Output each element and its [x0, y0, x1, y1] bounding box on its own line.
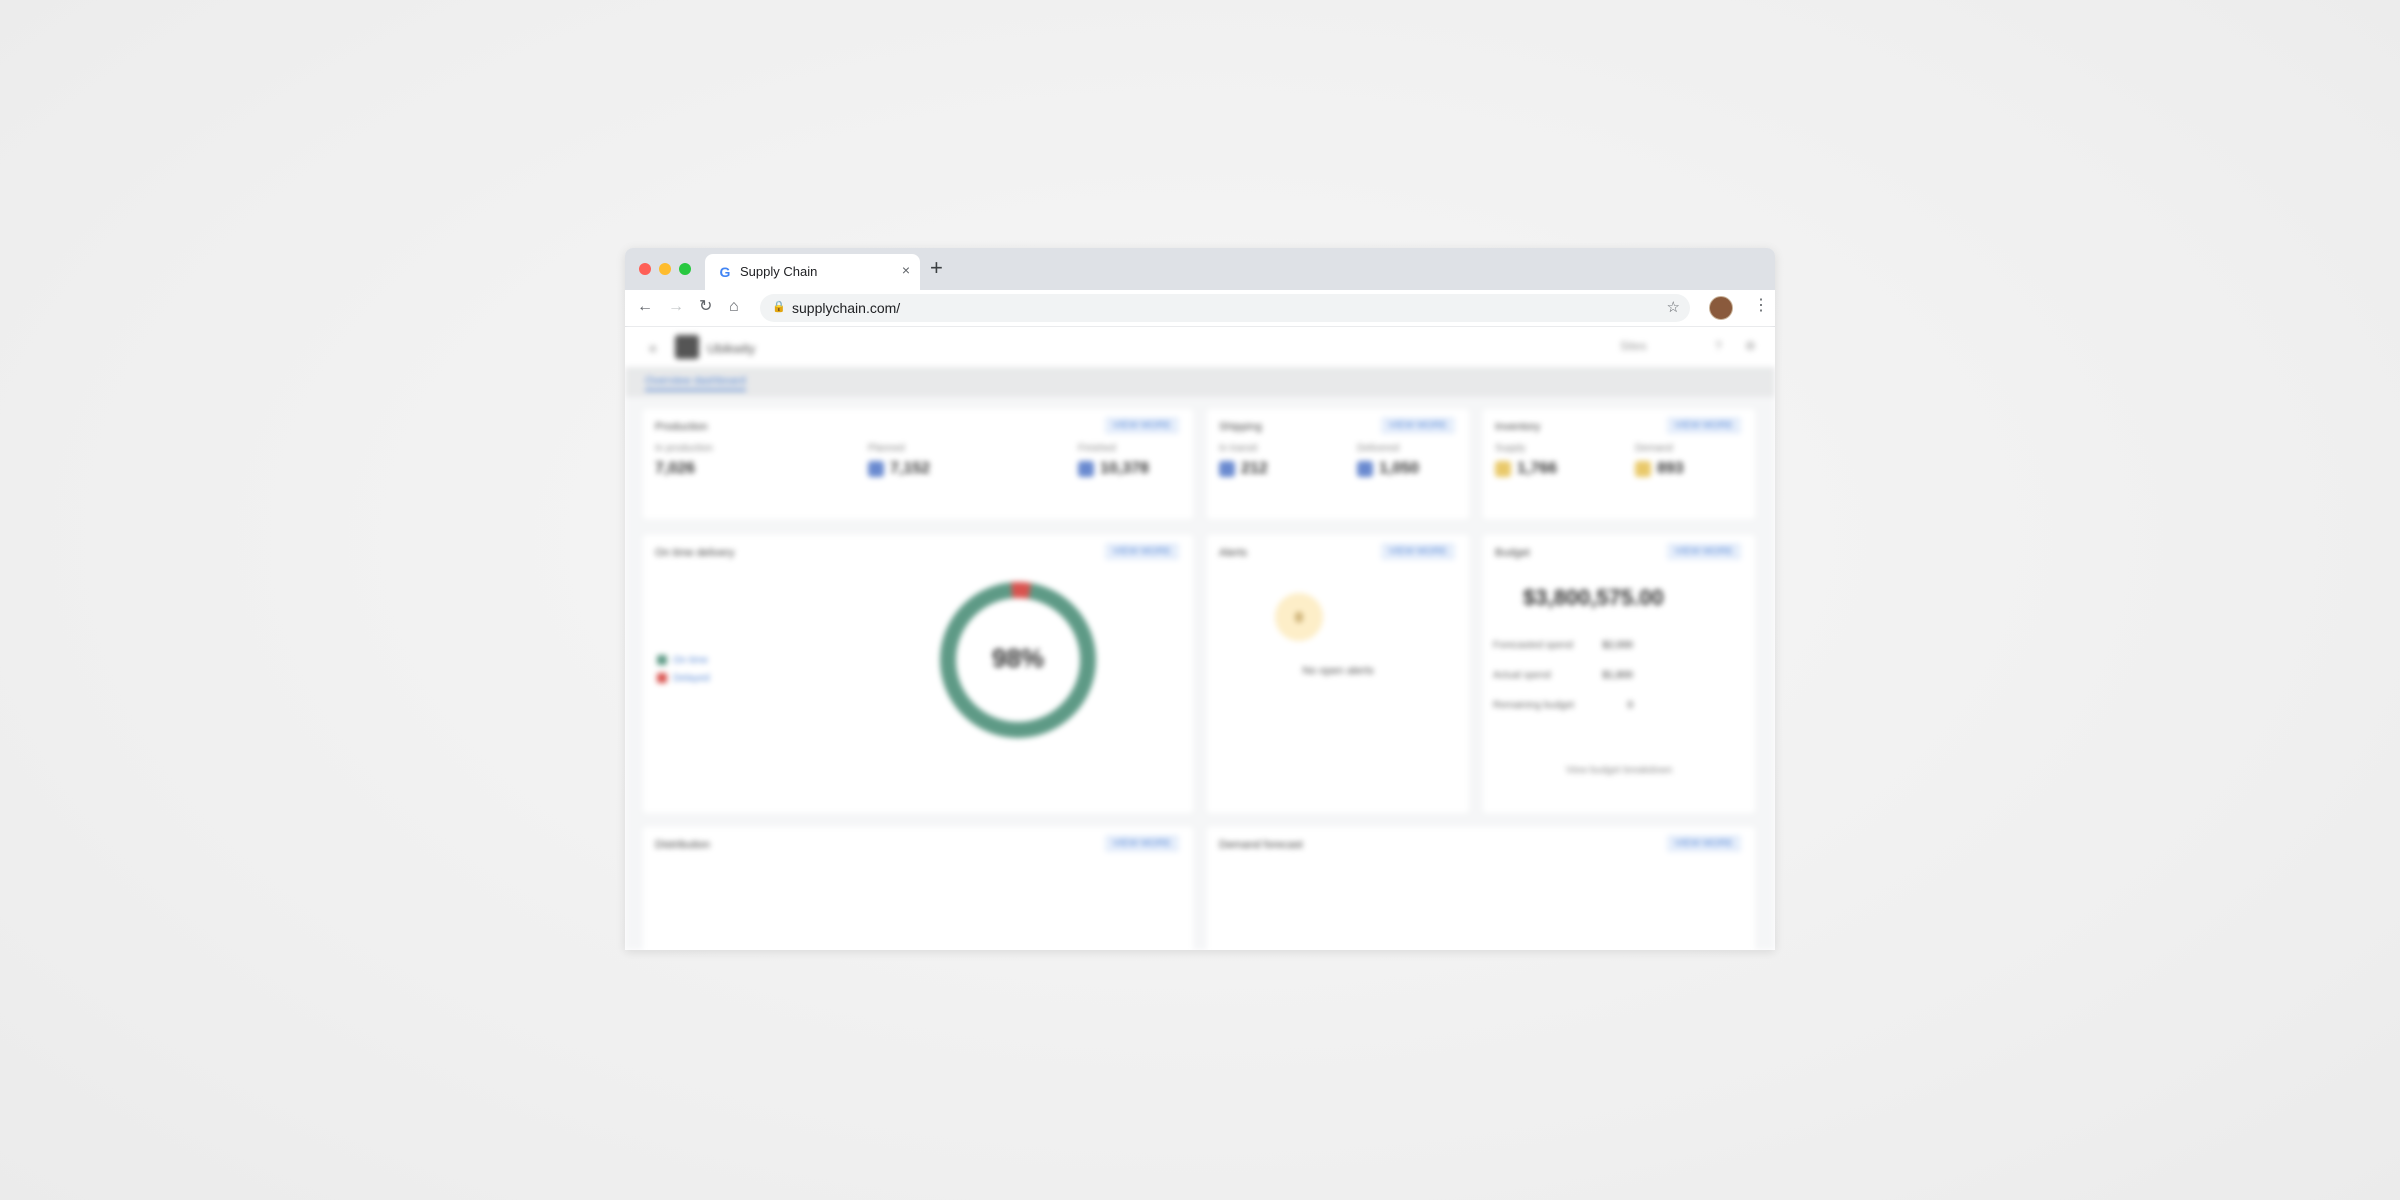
view-more-button[interactable]: VIEW MORE: [1380, 543, 1455, 560]
view-more-button[interactable]: VIEW MORE: [1666, 417, 1741, 434]
metric-label: Supply: [1495, 443, 1526, 454]
metric-value: 212: [1241, 460, 1268, 477]
production-card: Production VIEW MORE In production 7,026…: [643, 409, 1193, 519]
view-more-button[interactable]: VIEW MORE: [1666, 543, 1741, 560]
legend-on-time[interactable]: On time: [657, 655, 708, 666]
inventory-card: Inventory VIEW MORE Supply 1,766 Demand …: [1483, 409, 1755, 519]
demand-forecast-card: Demand forecast VIEW MORE: [1207, 827, 1755, 950]
view-more-button[interactable]: VIEW MORE: [1104, 835, 1179, 852]
app-header: ≡ Ubikwity Sites ? ⚙: [625, 327, 1775, 367]
legend-swatch-icon: [657, 655, 667, 666]
google-favicon-icon: G: [719, 264, 731, 280]
metric-chip-icon: [1495, 460, 1511, 477]
alerts-text: No open alerts: [1302, 665, 1374, 677]
on-time-delivery-card: On time delivery VIEW MORE On time Delay…: [643, 535, 1193, 813]
view-more-button[interactable]: VIEW MORE: [1104, 417, 1179, 434]
address-bar[interactable]: 🔒 supplychain.com/ ☆: [760, 294, 1690, 322]
donut-center-value: 98%: [991, 643, 1045, 673]
hamburger-menu-icon[interactable]: ≡: [649, 341, 657, 356]
profile-avatar[interactable]: [1709, 296, 1733, 320]
metric-value: 1,766: [1517, 460, 1558, 477]
browser-window: G Supply Chain × + ← → ↻ ⌂ 🔒 supplychain…: [625, 248, 1775, 950]
metric: In transit 212: [1219, 443, 1268, 478]
card-title: Distribution: [655, 839, 711, 851]
view-more-button[interactable]: VIEW MORE: [1104, 543, 1179, 560]
metric-label: Planned: [868, 443, 905, 454]
distribution-card: Distribution VIEW MORE: [643, 827, 1193, 950]
help-icon[interactable]: ?: [1715, 339, 1722, 353]
metric: Finished 10,378: [1078, 443, 1149, 478]
card-title: Demand forecast: [1219, 839, 1303, 851]
shipping-card: Shipping VIEW MORE In transit 212 Delive…: [1207, 409, 1469, 519]
back-arrow-icon[interactable]: ←: [637, 297, 653, 317]
metric-value: 7,026: [655, 460, 696, 477]
close-window-button[interactable]: [639, 263, 651, 275]
forward-arrow-icon[interactable]: →: [668, 297, 684, 317]
metric: Planned 7,152: [868, 443, 930, 478]
budget-row: Actual spend $1,800: [1493, 670, 1633, 681]
metric-label: In transit: [1219, 443, 1258, 454]
page-content: ≡ Ubikwity Sites ? ⚙ Overview dashboard …: [625, 327, 1775, 950]
card-title: Shipping: [1219, 421, 1262, 433]
metric-value: 10,378: [1100, 460, 1149, 477]
metric-chip-icon: [1219, 460, 1235, 477]
card-title: Inventory: [1495, 421, 1541, 433]
browser-tab[interactable]: G Supply Chain ×: [705, 254, 920, 290]
card-title: Production: [655, 421, 708, 433]
budget-card: Budget VIEW MORE $3,800,575.00 Forecaste…: [1483, 535, 1755, 813]
metric-value: 1,050: [1379, 460, 1420, 477]
legend-swatch-icon: [657, 673, 667, 684]
budget-row: Remaining budget 0: [1493, 700, 1633, 711]
metric-chip-icon: [1078, 460, 1094, 477]
metric: Supply 1,766: [1495, 443, 1557, 478]
delivery-donut-chart: 98%: [933, 575, 1103, 745]
sites-dropdown[interactable]: Sites: [1620, 339, 1647, 353]
tab-title: Supply Chain: [740, 264, 818, 279]
budget-row: Forecasted spend $2,000: [1493, 640, 1633, 651]
view-more-button[interactable]: VIEW MORE: [1666, 835, 1741, 852]
minimize-window-button[interactable]: [659, 263, 671, 275]
app-logo: [675, 335, 699, 359]
metric-label: In production: [655, 443, 713, 454]
reload-icon[interactable]: ↻: [699, 297, 712, 317]
metric-label: Delivered: [1357, 443, 1400, 454]
browser-menu-icon[interactable]: ⋮: [1753, 298, 1769, 314]
metric-value: 7,152: [890, 460, 931, 477]
metric-label: Demand: [1635, 443, 1673, 454]
view-more-button[interactable]: VIEW MORE: [1380, 417, 1455, 434]
card-title: Budget: [1495, 547, 1530, 559]
sub-navigation: Overview dashboard: [625, 367, 1775, 397]
app-name: Ubikwity: [707, 341, 756, 356]
close-tab-icon[interactable]: ×: [902, 262, 910, 278]
budget-amount: $3,800,575.00: [1523, 585, 1664, 610]
legend-delayed[interactable]: Delayed: [657, 673, 710, 684]
tab-strip: G Supply Chain × +: [625, 248, 1775, 290]
alert-badge: 0: [1275, 593, 1323, 641]
lock-icon: 🔒: [772, 301, 786, 313]
home-icon[interactable]: ⌂: [729, 297, 739, 317]
metric-label: Finished: [1078, 443, 1116, 454]
card-title: On time delivery: [655, 547, 735, 559]
alerts-card: Alerts VIEW MORE 0 No open alerts: [1207, 535, 1469, 813]
metric: In production 7,026: [655, 443, 713, 478]
tab-overview-dashboard[interactable]: Overview dashboard: [645, 375, 746, 391]
url-text[interactable]: supplychain.com/: [792, 300, 900, 316]
metric-chip-icon: [868, 460, 884, 477]
browser-toolbar: ← → ↻ ⌂ 🔒 supplychain.com/ ☆ ⋮: [625, 290, 1775, 327]
metric-value: 893: [1657, 460, 1684, 477]
metric: Demand 893: [1635, 443, 1684, 478]
bookmark-star-icon[interactable]: ☆: [1667, 298, 1680, 316]
maximize-window-button[interactable]: [679, 263, 691, 275]
metric: Delivered 1,050: [1357, 443, 1419, 478]
metric-chip-icon: [1357, 460, 1373, 477]
card-title: Alerts: [1219, 547, 1248, 559]
budget-footer-link[interactable]: View budget breakdown: [1483, 765, 1755, 776]
metric-chip-icon: [1635, 460, 1651, 477]
new-tab-button[interactable]: +: [930, 257, 943, 279]
settings-icon[interactable]: ⚙: [1745, 339, 1756, 353]
